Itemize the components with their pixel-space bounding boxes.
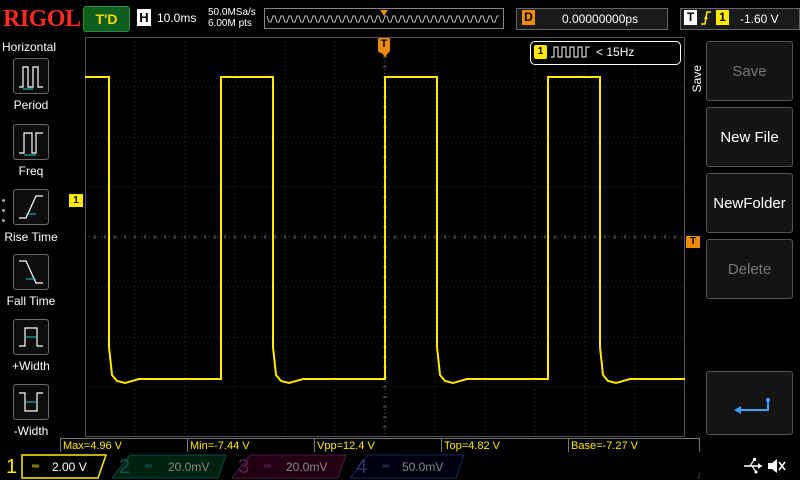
enter-button[interactable] (706, 371, 793, 435)
period-label: Period (13, 98, 49, 112)
channel-4-number[interactable]: 4 (356, 455, 367, 479)
freq-label: Freq (18, 164, 44, 178)
memory-depth: 6.00M pts (208, 18, 252, 29)
page-dot (2, 219, 5, 222)
pos-width-icon[interactable] (13, 319, 49, 355)
channel-tabs (21, 454, 700, 479)
channel-1-number[interactable]: 1 (6, 455, 17, 479)
rise-time-icon[interactable] (13, 189, 49, 225)
period-icon[interactable] (13, 58, 49, 94)
neg-width-icon[interactable] (13, 384, 49, 420)
delete-button[interactable]: Delete (706, 239, 793, 299)
delay-label: D (522, 10, 535, 25)
page-dot (2, 199, 5, 202)
trigger-label: T (684, 10, 697, 25)
rise-time-label: Rise Time (4, 230, 58, 244)
channel-2-number[interactable]: 2 (119, 455, 130, 479)
trigger-position-marker[interactable]: T (378, 38, 390, 53)
memory-trigger-marker (380, 10, 388, 16)
trigger-level-marker[interactable]: T (686, 236, 700, 248)
measurement-base: Base=-7.27 V (568, 438, 700, 452)
measurement-max: Max=4.96 V (60, 438, 187, 452)
sample-rate: 50.0MSa/s (208, 7, 256, 18)
new-folder-label: NewFolder (713, 195, 786, 212)
channel-1-scale[interactable]: 2.00 V (52, 455, 87, 479)
measurement-vpp: Vpp=12.4 V (314, 438, 441, 452)
channel-2-coupling-icon: ═ (145, 461, 153, 472)
channel-1-coupling-icon: ═ (32, 461, 40, 472)
run-status-badge[interactable]: T'D (83, 6, 130, 32)
freq-icon[interactable] (13, 124, 49, 160)
waveform-grid[interactable] (85, 37, 685, 437)
sidebar-title: Horizontal (2, 40, 57, 54)
timebase-value[interactable]: 10.0ms (157, 11, 196, 25)
memory-overview (264, 8, 504, 29)
usb-icon (744, 458, 762, 474)
counter-value: < 15Hz (596, 45, 635, 59)
delete-button-label: Delete (727, 261, 772, 278)
ch1-offset-marker[interactable]: 1 (69, 194, 83, 207)
channel-1-trace (85, 76, 685, 385)
new-file-label: New File (720, 129, 779, 146)
trigger-source-badge: 1 (716, 10, 729, 25)
channel-4-coupling-icon: ═ (382, 461, 390, 472)
channel-3-number[interactable]: 3 (238, 455, 249, 479)
speaker-muted-icon[interactable] (766, 457, 786, 475)
rising-edge-icon (701, 11, 711, 25)
square-wave-icon (551, 46, 590, 58)
neg-width-label: -Width (13, 424, 49, 438)
fall-time-icon[interactable] (13, 254, 49, 290)
menu-title: Save (690, 65, 704, 93)
save-button-label: Save (732, 63, 767, 80)
brand-logo: RIGOL (3, 6, 81, 32)
trigger-pos-arrow (381, 52, 389, 57)
save-button[interactable]: Save (706, 41, 793, 101)
measurement-min: Min=-7.44 V (187, 438, 314, 452)
channel-4-scale[interactable]: 50.0mV (402, 455, 443, 479)
fall-time-label: Fall Time (6, 294, 56, 308)
enter-icon (734, 398, 770, 414)
delay-value: 0.00000000ps (562, 12, 639, 26)
channel-3-scale[interactable]: 20.0mV (286, 455, 327, 479)
channel-2-scale[interactable]: 20.0mV (168, 455, 209, 479)
measurement-top: Top=4.82 V (441, 438, 568, 452)
counter-channel-badge: 1 (534, 45, 547, 59)
trigger-level: -1.60 V (740, 12, 779, 26)
new-file-button[interactable]: New File (706, 107, 793, 167)
new-folder-button[interactable]: NewFolder (706, 173, 793, 233)
timebase-label: H (137, 9, 151, 26)
channel-3-coupling-icon: ═ (264, 461, 272, 472)
page-dot (2, 209, 5, 212)
pos-width-label: +Width (12, 359, 50, 373)
memory-waveform (266, 10, 499, 23)
